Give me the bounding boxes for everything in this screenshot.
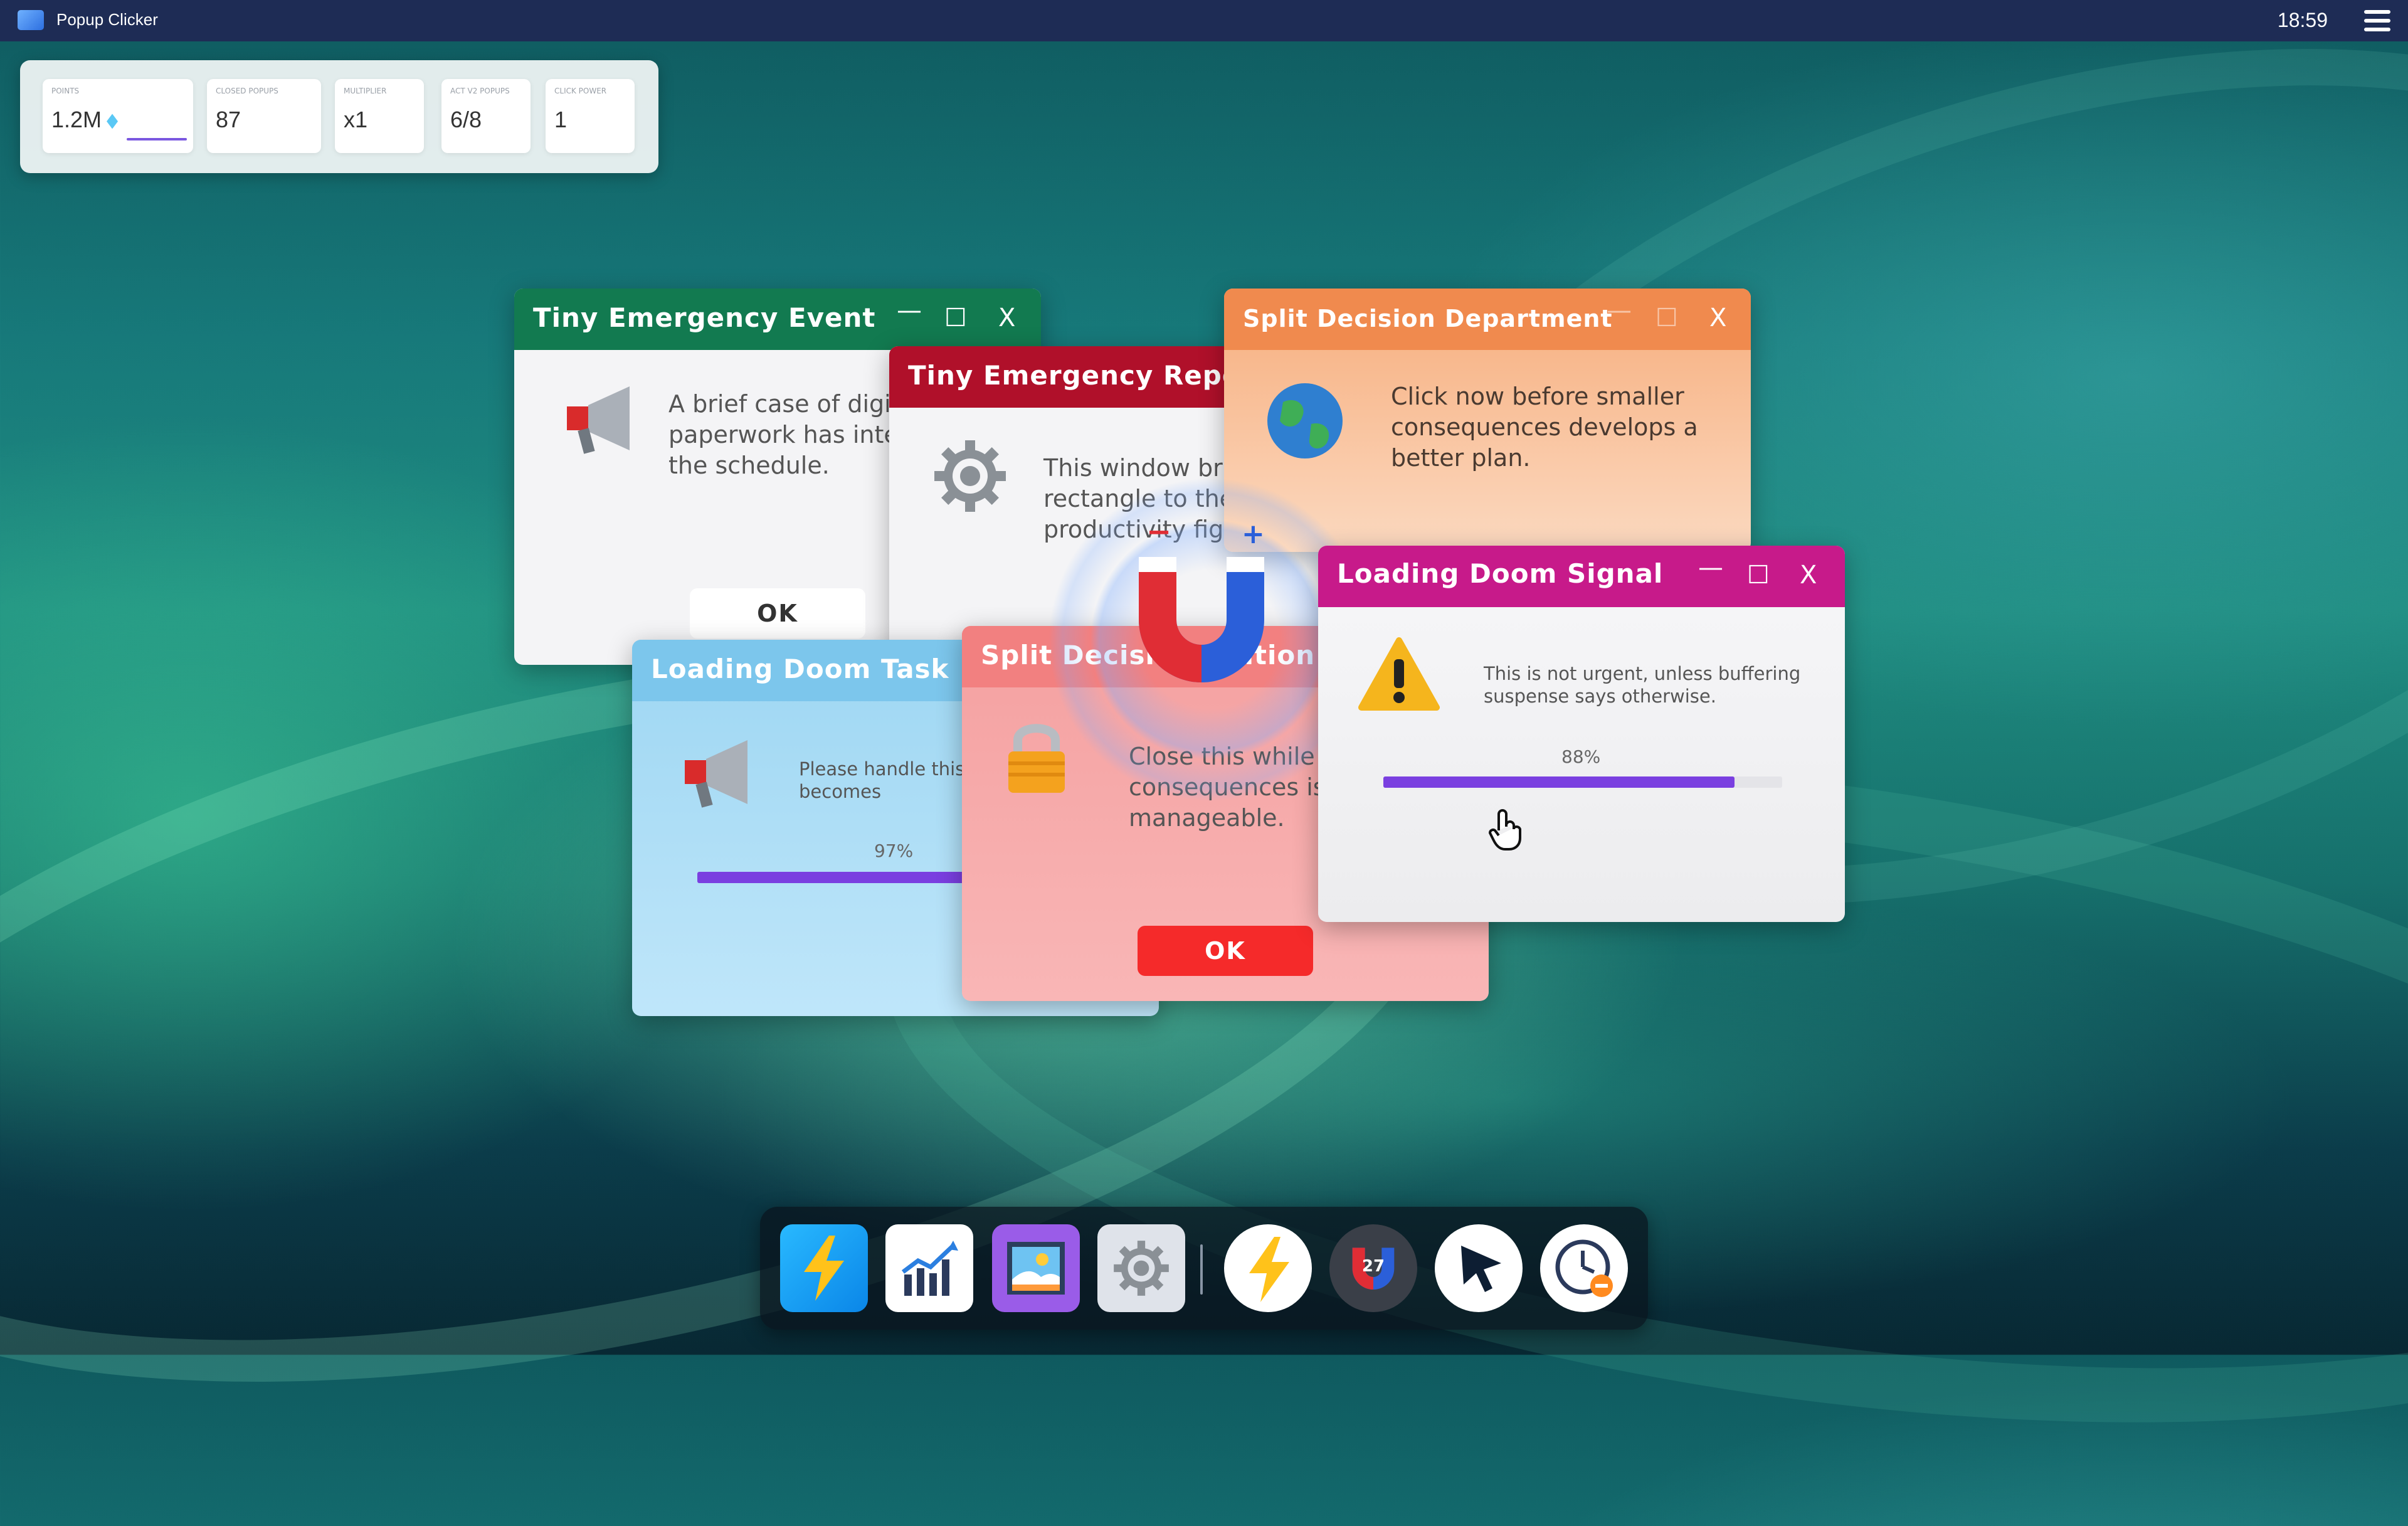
lock-icon — [1008, 724, 1065, 793]
minimize-button[interactable]: — — [1607, 296, 1632, 325]
megaphone-icon — [567, 386, 630, 454]
popup-title: Tiny Emergency Event — [533, 302, 876, 333]
popup-message: This is not urgent, unless buffering sus… — [1484, 663, 1801, 707]
points-underline — [127, 138, 187, 140]
window-icon — [18, 10, 44, 30]
popup-loading-doom-signal: Loading Doom Signal — ☐ X This is not ur… — [1318, 546, 1845, 922]
progress-fill — [1383, 776, 1735, 788]
ok-button[interactable]: OK — [690, 588, 865, 638]
stat-value: 87 — [216, 107, 241, 132]
hand-cursor-icon — [1489, 809, 1521, 850]
magnet-plus-label: + — [1242, 518, 1265, 550]
stat-click-power: CLICK POWER 1 — [546, 79, 635, 153]
minimize-button[interactable]: — — [897, 296, 922, 325]
popup-titlebar[interactable]: Tiny Emergency Event — ☐ X — [514, 289, 1041, 350]
maximize-button[interactable]: ☐ — [1747, 561, 1770, 590]
magnet-icon[interactable] — [1126, 532, 1277, 682]
maximize-button[interactable]: ☐ — [1656, 304, 1678, 332]
stat-value: 1.2M — [51, 107, 102, 132]
diamond-gem-icon — [107, 114, 119, 129]
lightning-app-icon[interactable] — [780, 1224, 868, 1312]
progress-bar — [1383, 776, 1782, 788]
popup-title: Tiny Emergency Report — [908, 360, 1268, 391]
close-button[interactable]: X — [1800, 561, 1817, 590]
stat-label: MULTIPLIER — [344, 87, 387, 95]
magnet-powerup-icon[interactable]: 27 — [1329, 1224, 1417, 1312]
settings-app-icon[interactable] — [1097, 1224, 1185, 1312]
dock-separator — [1200, 1244, 1203, 1295]
globe-icon — [1267, 383, 1343, 458]
stat-active-popups: ACT V2 POPUPS 6/8 — [441, 79, 531, 153]
stat-label: POINTS — [51, 87, 80, 95]
dock: 27 — [760, 1207, 1648, 1330]
stat-label: CLOSED POPUPS — [216, 87, 278, 95]
popup-title: Split Decision Department — [1243, 305, 1613, 332]
popup-titlebar[interactable]: Loading Doom Signal — ☐ X — [1318, 546, 1845, 607]
stat-multiplier: MULTIPLIER x1 — [335, 79, 424, 153]
stat-points: POINTS 1.2M — [43, 79, 193, 153]
hamburger-menu-icon[interactable] — [2364, 10, 2390, 31]
popup-message: Click now before smaller consequences de… — [1391, 383, 1698, 472]
timer-powerup-icon[interactable] — [1540, 1224, 1628, 1312]
top-bar: Popup Clicker 18:59 — [0, 0, 2408, 41]
minimize-button[interactable]: — — [1698, 553, 1723, 582]
ok-button[interactable]: OK — [1138, 926, 1313, 976]
popup-title: Loading Doom Signal — [1337, 558, 1664, 589]
stat-value: 1 — [554, 107, 568, 132]
lightning-powerup-icon[interactable] — [1224, 1224, 1312, 1312]
gear-icon — [934, 440, 1006, 512]
stat-label: CLICK POWER — [554, 87, 607, 95]
maximize-button[interactable]: ☐ — [944, 304, 967, 332]
popup-title: Loading Doom Task — [651, 654, 949, 684]
magnet-cooldown-badge: 27 — [1361, 1257, 1385, 1276]
chart-app-icon[interactable] — [885, 1224, 973, 1312]
cursor-powerup-icon[interactable] — [1435, 1224, 1523, 1312]
warning-icon — [1358, 637, 1440, 711]
app-title: Popup Clicker — [56, 10, 158, 29]
magnet-minus-label: − — [1146, 514, 1172, 549]
stat-value: x1 — [344, 107, 368, 132]
close-button[interactable]: X — [998, 304, 1015, 332]
progress-label: 88% — [1561, 746, 1601, 767]
clock: 18:59 — [2277, 9, 2328, 31]
progress-label: 97% — [874, 840, 914, 861]
stats-panel: POINTS 1.2M CLOSED POPUPS 87 MULTIPLIER … — [20, 60, 658, 173]
megaphone-icon — [685, 740, 747, 808]
close-button[interactable]: X — [1709, 304, 1726, 332]
popup-titlebar[interactable]: Split Decision Department — ☐ X — [1224, 289, 1751, 350]
stat-closed-popups: CLOSED POPUPS 87 — [207, 79, 321, 153]
stat-value: 6/8 — [450, 107, 482, 132]
stat-label: ACT V2 POPUPS — [450, 87, 510, 95]
gallery-app-icon[interactable] — [992, 1224, 1080, 1312]
